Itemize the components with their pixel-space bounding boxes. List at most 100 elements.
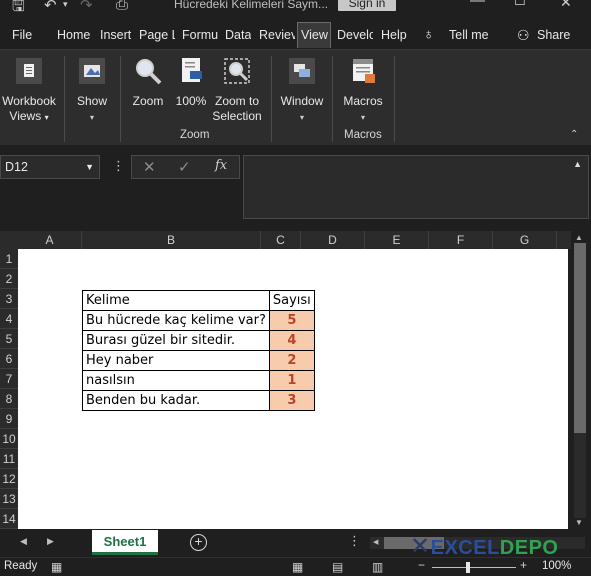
normal-view-icon[interactable]: ▦	[292, 560, 303, 574]
cell-count[interactable]: 2	[268, 350, 315, 371]
page-layout-view-icon[interactable]: ▤	[332, 560, 343, 574]
cell-text[interactable]: Bu hücrede kaç kelime var?	[82, 310, 270, 331]
tab-insert[interactable]: Insert	[100, 22, 131, 48]
window-button[interactable]: Window ▾	[277, 56, 327, 125]
zoom-label: Zoom	[132, 94, 164, 108]
row-header-6[interactable]: 6	[0, 349, 18, 369]
more-options-icon[interactable]: ⋮	[112, 158, 125, 174]
row-header-3[interactable]: 3	[0, 289, 18, 309]
row-header-4[interactable]: 4	[0, 309, 18, 329]
cell-count[interactable]: 1	[268, 370, 315, 391]
workbook-views-label-2: Views	[9, 109, 42, 123]
tab-sheet1[interactable]: Sheet1	[92, 530, 158, 555]
name-box[interactable]: D12 ▼	[0, 155, 100, 179]
cell-text[interactable]: nasılsın	[82, 370, 270, 391]
add-sheet-icon[interactable]: +	[190, 534, 207, 551]
more-options-icon[interactable]: ⋮	[348, 533, 361, 549]
workbook-views-button[interactable]: Workbook Views ▾	[0, 56, 58, 125]
scroll-up-arrow-icon[interactable]: ▲	[575, 233, 583, 242]
tab-data[interactable]: Data	[225, 22, 251, 48]
column-header-b[interactable]: B	[82, 231, 261, 249]
collapse-formula-bar-icon[interactable]: ▲	[573, 159, 582, 169]
column-header-a[interactable]: A	[18, 231, 82, 249]
row-header-11[interactable]: 11	[0, 449, 18, 469]
workbook-views-label-1: Workbook	[2, 94, 56, 108]
zoom-out-icon[interactable]: −	[418, 558, 425, 572]
worksheet-area[interactable]: Kelime Sayısı Bu hücrede kaç kelime var?…	[18, 249, 568, 529]
column-header-c[interactable]: C	[261, 231, 301, 249]
row-header-8[interactable]: 8	[0, 389, 18, 409]
vertical-scroll-thumb[interactable]	[574, 243, 586, 433]
prev-sheet-icon[interactable]: ◀	[20, 536, 27, 547]
minimize-icon[interactable]: —	[470, 0, 485, 9]
restore-icon[interactable]: ☐	[514, 0, 526, 9]
chevron-down-icon[interactable]: ▼	[85, 156, 94, 178]
macros-button[interactable]: Macros ▾	[338, 56, 388, 125]
table-header-row: Kelime Sayısı	[82, 290, 315, 311]
tab-formulas[interactable]: Formu	[182, 22, 218, 48]
redo-icon: ↷	[80, 0, 93, 14]
undo-icon[interactable]: ↶	[44, 0, 57, 14]
row-header-5[interactable]: 5	[0, 329, 18, 349]
zoom-slider-track[interactable]	[432, 567, 516, 568]
cell-text[interactable]: Hey naber	[82, 350, 270, 371]
cancel-icon[interactable]: ✕	[143, 158, 156, 176]
share-button[interactable]: Share	[537, 22, 570, 48]
document-title: Hücredeki Kelimeleri Saym...	[174, 0, 329, 11]
zoom-button[interactable]: Zoom	[127, 56, 169, 109]
tab-view[interactable]: View	[297, 22, 331, 48]
zoom-to-selection-button[interactable]: Zoom to Selection	[211, 56, 263, 124]
row-header-12[interactable]: 12	[0, 469, 18, 489]
tab-file[interactable]: File	[12, 22, 32, 48]
tab-home[interactable]: Home	[57, 22, 90, 48]
enter-check-icon[interactable]: ✓	[178, 158, 191, 176]
insert-function-button[interactable]: fx	[215, 158, 227, 173]
cell-count[interactable]: 5	[268, 310, 315, 331]
tab-developer[interactable]: Develc	[337, 22, 373, 48]
sign-in-button[interactable]: Sign in	[338, 0, 396, 11]
scroll-left-arrow-icon[interactable]: ◀	[373, 538, 378, 546]
cell-text[interactable]: Benden bu kadar.	[82, 390, 270, 411]
cell-text[interactable]: Burası güzel bir sitedir.	[82, 330, 270, 351]
column-header-f[interactable]: F	[429, 231, 493, 249]
undo-dropdown-icon[interactable]: ▾	[63, 0, 68, 10]
column-header-e[interactable]: E	[365, 231, 429, 249]
cell-count[interactable]: 3	[268, 390, 315, 411]
accessibility-icon[interactable]: ▦	[51, 560, 62, 574]
group-label-zoom: Zoom	[180, 129, 210, 141]
share-person-icon[interactable]: ⚇	[517, 22, 530, 48]
row-header-7[interactable]: 7	[0, 369, 18, 389]
column-header-g[interactable]: G	[493, 231, 557, 249]
show-button[interactable]: Show ▾	[70, 56, 114, 125]
zoom-slider-knob[interactable]	[466, 562, 470, 573]
row-header-13[interactable]: 13	[0, 489, 18, 509]
next-sheet-icon[interactable]: ▶	[47, 536, 54, 547]
formula-input[interactable]: ▲	[243, 155, 589, 219]
cell-count[interactable]: 4	[268, 330, 315, 351]
lightbulb-icon[interactable]: ♁	[423, 22, 434, 48]
row-header-1[interactable]: 1	[0, 249, 18, 269]
row-header-14[interactable]: 14	[0, 509, 18, 529]
tell-me-search[interactable]: Tell me	[449, 22, 489, 48]
zoom-level[interactable]: 100%	[542, 560, 571, 572]
header-cell-kelime[interactable]: Kelime	[82, 290, 270, 311]
ribbon-separator	[394, 56, 395, 142]
print-preview-icon[interactable]: ⎙	[116, 0, 128, 13]
close-icon[interactable]: ✕	[560, 0, 572, 11]
tab-review[interactable]: Reviev	[259, 22, 295, 48]
tab-page-layout[interactable]: Page L	[139, 22, 175, 48]
row-header-9[interactable]: 9	[0, 409, 18, 429]
zoom-100-button[interactable]: 100%	[172, 56, 210, 109]
header-cell-sayisi[interactable]: Sayısı	[268, 290, 315, 311]
save-icon[interactable]: 🖫	[12, 0, 25, 14]
tab-help[interactable]: Help	[381, 22, 407, 48]
collapse-ribbon-icon[interactable]: ⌃	[570, 129, 578, 140]
row-header-10[interactable]: 10	[0, 429, 18, 449]
column-header-d[interactable]: D	[301, 231, 365, 249]
row-header-2[interactable]: 2	[0, 269, 18, 289]
scroll-down-arrow-icon[interactable]: ▼	[575, 518, 583, 527]
page-break-view-icon[interactable]: ▥	[372, 560, 383, 574]
zoom-to-selection-label-2: Selection	[212, 109, 262, 123]
vertical-scrollbar[interactable]: ▲ ▼	[571, 231, 591, 529]
zoom-in-icon[interactable]: +	[520, 558, 527, 572]
